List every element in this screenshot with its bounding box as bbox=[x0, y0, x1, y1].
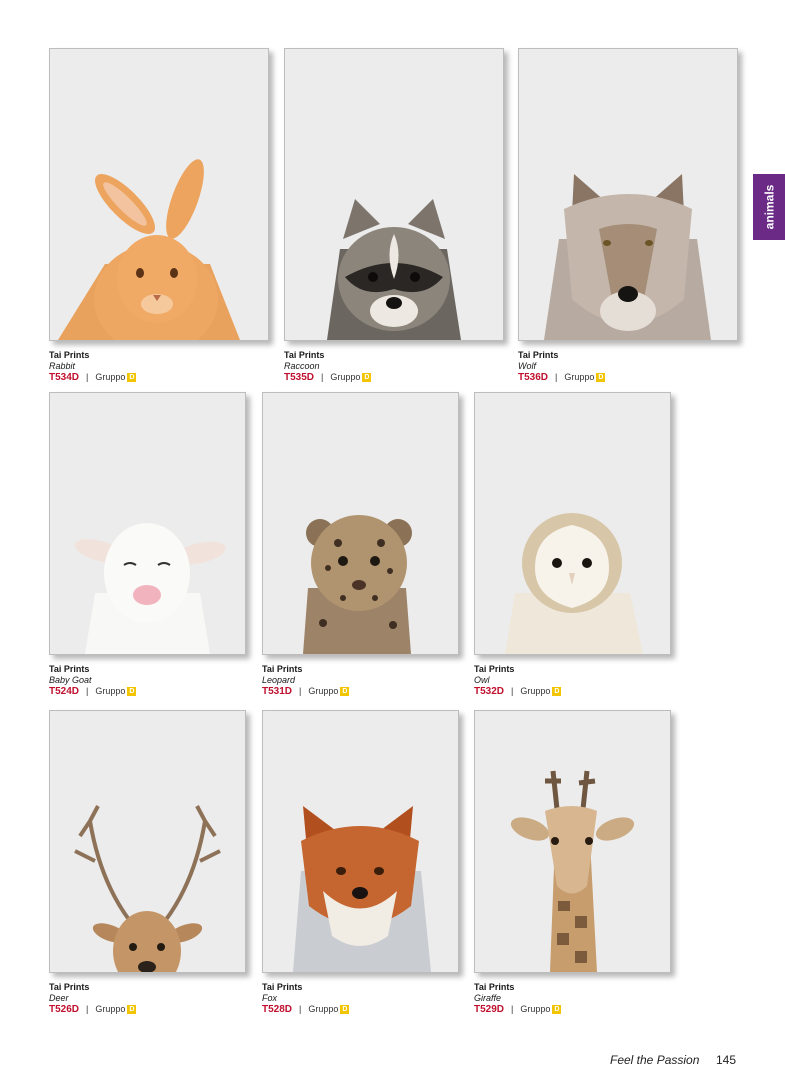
rabbit-illustration bbox=[50, 49, 268, 340]
separator: | bbox=[86, 372, 89, 382]
separator: | bbox=[86, 1004, 89, 1014]
footer-slogan: Feel the Passion bbox=[610, 1053, 700, 1067]
product-brand: Tai Prints bbox=[49, 350, 90, 360]
separator: | bbox=[511, 1004, 514, 1014]
product-name: Raccoon bbox=[284, 361, 320, 371]
separator: | bbox=[555, 372, 558, 382]
product-brand: Tai Prints bbox=[284, 350, 325, 360]
separator: | bbox=[321, 372, 324, 382]
group-label: Gruppo bbox=[308, 686, 339, 696]
deer-illustration bbox=[50, 711, 245, 972]
product-brand: Tai Prints bbox=[49, 982, 90, 992]
product-image[interactable] bbox=[518, 48, 738, 341]
fox-illustration bbox=[263, 711, 458, 972]
goat-illustration bbox=[50, 393, 245, 654]
product-brand: Tai Prints bbox=[262, 982, 303, 992]
product-code: T526D bbox=[49, 1004, 80, 1015]
group-badge: D bbox=[362, 373, 372, 382]
product-name: Giraffe bbox=[474, 993, 502, 1003]
product-name: Leopard bbox=[262, 675, 296, 685]
separator: | bbox=[511, 686, 514, 696]
product-image[interactable] bbox=[49, 48, 269, 341]
group-label: Gruppo bbox=[564, 372, 595, 382]
product-code: T535D bbox=[284, 372, 315, 383]
separator: | bbox=[86, 686, 89, 696]
group-badge: D bbox=[340, 1005, 350, 1014]
product-name: Deer bbox=[49, 993, 69, 1003]
product-code: T531D bbox=[262, 686, 293, 697]
product-caption: Tai Prints Wolf T536D | Gruppo D bbox=[518, 350, 606, 383]
product-code: T529D bbox=[474, 1004, 505, 1015]
product-caption: Tai Prints Deer T526D | Gruppo D bbox=[49, 982, 137, 1015]
group-label: Gruppo bbox=[95, 686, 126, 696]
product-name: Fox bbox=[262, 993, 278, 1003]
product-caption: Tai Prints Raccoon T535D | Gruppo D bbox=[284, 350, 372, 383]
group-badge: D bbox=[127, 687, 137, 696]
product-caption: Tai Prints Baby Goat T524D | Gruppo D bbox=[49, 664, 137, 697]
product-image[interactable] bbox=[262, 392, 459, 655]
owl-illustration bbox=[475, 393, 670, 654]
product-code: T534D bbox=[49, 372, 80, 383]
raccoon-illustration bbox=[285, 49, 503, 340]
group-badge: D bbox=[596, 373, 606, 382]
group-label: Gruppo bbox=[330, 372, 361, 382]
product-name: Owl bbox=[474, 675, 490, 685]
wolf-illustration bbox=[519, 49, 737, 340]
product-brand: Tai Prints bbox=[518, 350, 559, 360]
category-tab-label: animals bbox=[762, 184, 777, 230]
page-number: 145 bbox=[716, 1053, 737, 1067]
product-name: Rabbit bbox=[49, 361, 76, 371]
group-label: Gruppo bbox=[520, 686, 551, 696]
product-code: T536D bbox=[518, 372, 549, 383]
product-brand: Tai Prints bbox=[49, 664, 90, 674]
product-name: Baby Goat bbox=[49, 675, 92, 685]
product-caption: Tai Prints Giraffe T529D | Gruppo D bbox=[474, 982, 562, 1015]
product-code: T524D bbox=[49, 686, 80, 697]
product-caption: Tai Prints Leopard T531D | Gruppo D bbox=[262, 664, 350, 697]
category-tab-animals[interactable]: animals bbox=[753, 174, 785, 240]
product-brand: Tai Prints bbox=[474, 664, 515, 674]
separator: | bbox=[299, 1004, 302, 1014]
product-code: T528D bbox=[262, 1004, 293, 1015]
group-badge: D bbox=[127, 373, 137, 382]
product-image[interactable] bbox=[49, 710, 246, 973]
leopard-illustration bbox=[263, 393, 458, 654]
group-label: Gruppo bbox=[308, 1004, 339, 1014]
group-label: Gruppo bbox=[520, 1004, 551, 1014]
product-caption: Tai Prints Fox T528D | Gruppo D bbox=[262, 982, 350, 1015]
separator: | bbox=[299, 686, 302, 696]
product-image[interactable] bbox=[262, 710, 459, 973]
group-badge: D bbox=[127, 1005, 137, 1014]
giraffe-illustration bbox=[475, 711, 670, 972]
group-label: Gruppo bbox=[95, 372, 126, 382]
product-brand: Tai Prints bbox=[262, 664, 303, 674]
product-code: T532D bbox=[474, 686, 505, 697]
product-name: Wolf bbox=[518, 361, 536, 371]
product-image[interactable] bbox=[49, 392, 246, 655]
product-image[interactable] bbox=[474, 710, 671, 973]
product-caption: Tai Prints Rabbit T534D | Gruppo D bbox=[49, 350, 137, 383]
group-badge: D bbox=[340, 687, 350, 696]
group-badge: D bbox=[552, 687, 562, 696]
product-image[interactable] bbox=[474, 392, 671, 655]
product-brand: Tai Prints bbox=[474, 982, 515, 992]
group-badge: D bbox=[552, 1005, 562, 1014]
product-caption: Tai Prints Owl T532D | Gruppo D bbox=[474, 664, 562, 697]
group-label: Gruppo bbox=[95, 1004, 126, 1014]
product-image[interactable] bbox=[284, 48, 504, 341]
